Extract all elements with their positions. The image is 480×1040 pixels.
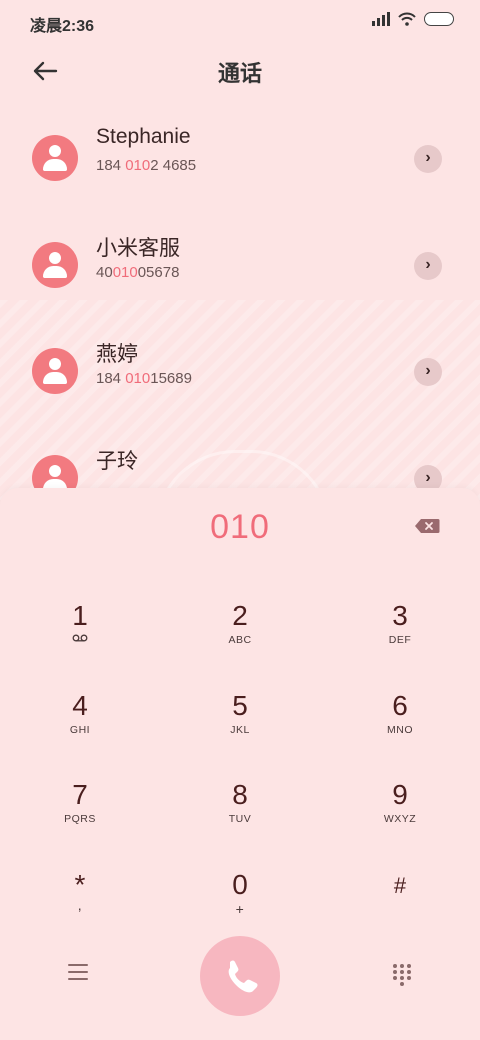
avatar-icon bbox=[32, 135, 78, 181]
voicemail-icon bbox=[72, 634, 88, 642]
header: 通话 bbox=[0, 48, 480, 94]
status-icons bbox=[372, 12, 454, 26]
phone-icon bbox=[228, 960, 258, 993]
dial-key-9[interactable]: 9 WXYZ bbox=[320, 779, 480, 859]
dial-key-8[interactable]: 8 TUV bbox=[160, 779, 320, 859]
contact-name: Stephanie bbox=[96, 125, 191, 148]
dial-key-2[interactable]: 2 ABC bbox=[160, 600, 320, 680]
contact-number: 184 0102 4685 bbox=[96, 157, 197, 174]
dial-key-3[interactable]: 3 DEF bbox=[320, 600, 480, 680]
keypad-icon[interactable] bbox=[393, 964, 411, 986]
dial-key-5[interactable]: 5 JKL bbox=[160, 690, 320, 770]
contact-row[interactable]: Stephanie 184 0102 4685 › bbox=[0, 125, 480, 225]
contact-name: 小米客服 bbox=[96, 237, 180, 260]
backspace-icon[interactable] bbox=[414, 518, 440, 534]
avatar-icon bbox=[32, 242, 78, 288]
chevron-right-icon[interactable]: › bbox=[414, 252, 442, 280]
battery-icon bbox=[424, 12, 454, 26]
chevron-right-icon[interactable]: › bbox=[414, 358, 442, 386]
dial-input[interactable]: 010 bbox=[0, 508, 480, 547]
contact-name: 子玲 bbox=[96, 450, 138, 473]
page-title: 通话 bbox=[217, 61, 262, 86]
dial-key-6[interactable]: 6 MNO bbox=[320, 690, 480, 770]
status-bar: 凌晨2:36 bbox=[0, 0, 480, 40]
contact-name: 燕婷 bbox=[96, 343, 138, 366]
status-time: 凌晨2:36 bbox=[30, 18, 95, 35]
signal-icon bbox=[372, 12, 390, 26]
dial-key-4[interactable]: 4 GHI bbox=[0, 690, 160, 770]
bottom-bar bbox=[0, 936, 480, 1016]
avatar-icon bbox=[32, 348, 78, 394]
dial-key-1[interactable]: 1 bbox=[0, 600, 160, 680]
call-button[interactable] bbox=[200, 936, 280, 1016]
wifi-icon bbox=[398, 12, 416, 26]
contact-row[interactable]: 燕婷 184 01015689 › bbox=[0, 343, 480, 438]
contact-number: 4001005678 bbox=[96, 264, 180, 281]
menu-icon[interactable] bbox=[68, 964, 88, 982]
chevron-right-icon[interactable]: › bbox=[414, 145, 442, 173]
contact-row[interactable]: 小米客服 4001005678 › bbox=[0, 237, 480, 332]
contact-number: 184 01015689 bbox=[96, 370, 192, 387]
dial-key-7[interactable]: 7 PQRS bbox=[0, 779, 160, 859]
